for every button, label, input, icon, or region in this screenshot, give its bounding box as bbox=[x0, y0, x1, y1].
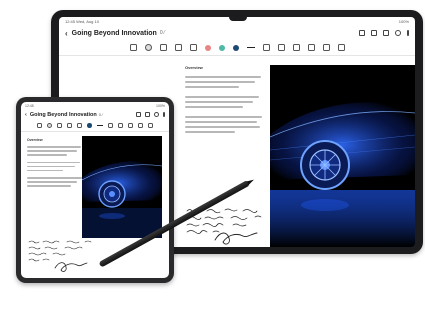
highlighter-icon[interactable] bbox=[159, 44, 167, 51]
text-line bbox=[185, 126, 260, 128]
text-line bbox=[27, 185, 71, 187]
color-swatch-green[interactable] bbox=[218, 44, 225, 51]
color-swatch-navy[interactable] bbox=[232, 44, 239, 51]
page-layout-icon[interactable] bbox=[359, 30, 365, 36]
book-icon[interactable] bbox=[371, 30, 377, 36]
drawing-toolbar bbox=[21, 120, 169, 132]
audio-icon[interactable] bbox=[322, 44, 330, 51]
typed-notes: Overview bbox=[185, 65, 265, 136]
text-line bbox=[27, 161, 80, 163]
phone-screen: 12:45 100% ‹ Going Beyond Innovation 0 ⁄ bbox=[21, 102, 169, 278]
shape-icon[interactable] bbox=[189, 44, 197, 51]
image-icon[interactable] bbox=[137, 123, 143, 128]
text-line bbox=[185, 81, 255, 83]
text-line bbox=[185, 116, 262, 118]
redo-icon[interactable] bbox=[117, 123, 123, 128]
camera-notch bbox=[229, 17, 247, 21]
back-icon[interactable]: ‹ bbox=[25, 112, 27, 118]
note-title: Going Beyond Innovation bbox=[29, 111, 97, 118]
page-count: 0 ⁄ bbox=[98, 112, 103, 117]
attach-icon[interactable] bbox=[154, 112, 159, 117]
status-bar: 12:45 100% bbox=[21, 102, 169, 109]
shape-icon[interactable] bbox=[77, 123, 83, 128]
back-icon[interactable]: ‹ bbox=[65, 29, 68, 38]
text-line bbox=[185, 96, 259, 98]
text-line bbox=[27, 181, 77, 183]
save-icon[interactable] bbox=[383, 30, 389, 36]
text-line bbox=[185, 131, 235, 133]
battery-level: 100% bbox=[156, 103, 165, 108]
image-icon[interactable] bbox=[307, 44, 315, 51]
color-swatch-navy[interactable] bbox=[87, 123, 92, 128]
text-icon[interactable] bbox=[127, 123, 133, 128]
text-line bbox=[185, 121, 257, 123]
text-line bbox=[185, 106, 243, 108]
keyboard-icon[interactable] bbox=[129, 44, 137, 51]
text-icon[interactable] bbox=[292, 44, 300, 51]
text-line bbox=[185, 76, 261, 78]
stroke-width-icon[interactable] bbox=[96, 125, 103, 126]
keyboard-icon[interactable] bbox=[37, 123, 43, 128]
car-image bbox=[270, 65, 415, 247]
text-line bbox=[185, 86, 239, 88]
text-line bbox=[27, 150, 77, 152]
text-line bbox=[27, 177, 82, 179]
foldable-phone-device: 12:45 100% ‹ Going Beyond Innovation 0 ⁄ bbox=[16, 97, 174, 283]
stroke-width-icon[interactable] bbox=[246, 46, 255, 49]
typed-notes: Overview bbox=[27, 138, 83, 189]
handwritten-signature-image bbox=[27, 238, 107, 274]
more-options-icon[interactable] bbox=[407, 30, 409, 36]
eraser-icon[interactable] bbox=[67, 123, 73, 128]
notes-heading: Overview bbox=[185, 65, 203, 70]
pen-tool-icon[interactable] bbox=[47, 123, 53, 128]
text-line bbox=[27, 154, 67, 156]
copy-icon[interactable] bbox=[147, 123, 153, 128]
drawing-toolbar bbox=[59, 40, 415, 56]
text-line bbox=[27, 146, 81, 148]
attach-icon[interactable] bbox=[395, 30, 401, 36]
book-icon[interactable] bbox=[145, 112, 150, 117]
note-title: Going Beyond Innovation bbox=[71, 29, 157, 37]
page-layout-icon[interactable] bbox=[136, 112, 141, 117]
text-line bbox=[185, 101, 253, 103]
note-header: ‹ Going Beyond Innovation 0 ⁄ bbox=[21, 109, 169, 120]
car-image bbox=[82, 136, 162, 238]
eraser-icon[interactable] bbox=[174, 44, 182, 51]
status-time: 12:45 Wed, Aug 10 bbox=[65, 19, 99, 24]
highlighter-icon[interactable] bbox=[57, 123, 63, 128]
redo-icon[interactable] bbox=[277, 44, 285, 51]
note-header: ‹ Going Beyond Innovation 0 ⁄ bbox=[59, 26, 415, 40]
text-line bbox=[27, 165, 75, 167]
pen-tool-icon[interactable] bbox=[144, 44, 152, 51]
more-options-icon[interactable] bbox=[163, 112, 165, 117]
copy-icon[interactable] bbox=[337, 44, 345, 51]
undo-icon[interactable] bbox=[262, 44, 270, 51]
product-illustration: 12:45 Wed, Aug 10 100% ‹ Going Beyond In… bbox=[0, 0, 425, 331]
page-count: 0 ⁄ bbox=[159, 30, 165, 36]
battery-level: 100% bbox=[398, 19, 409, 24]
text-line bbox=[27, 169, 63, 171]
undo-icon[interactable] bbox=[107, 123, 113, 128]
color-swatch-red[interactable] bbox=[204, 44, 211, 51]
notes-heading: Overview bbox=[27, 138, 43, 142]
status-time: 12:45 bbox=[25, 103, 34, 108]
